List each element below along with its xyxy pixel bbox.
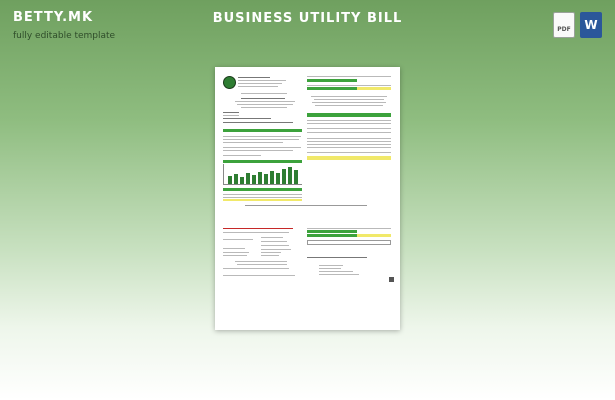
tear-off-line [245, 205, 367, 206]
usage-chart [223, 164, 302, 185]
details-header-bar [307, 113, 391, 117]
stub-line [223, 232, 289, 233]
notice-line [312, 102, 386, 103]
stub-address-line [319, 271, 353, 272]
usage-bar [252, 175, 256, 184]
usage-table-header [223, 188, 302, 191]
stub-line [237, 264, 287, 265]
details-row [307, 147, 391, 148]
usage-bar [264, 174, 268, 184]
company-header-line [238, 83, 282, 84]
usage-table-row [223, 197, 302, 198]
details-row [307, 123, 391, 124]
usage-table-row [223, 194, 302, 195]
stub-line [223, 255, 247, 256]
details-row [307, 138, 391, 139]
stub-line [235, 261, 287, 262]
message-line [223, 155, 261, 156]
notice-line [311, 96, 387, 97]
summary-highlight-row [307, 79, 357, 82]
message-line [223, 150, 293, 151]
usage-table-footer [223, 199, 302, 201]
message-line [223, 147, 301, 148]
notice-line [315, 105, 383, 106]
stub-line [223, 252, 249, 253]
details-row [307, 120, 391, 121]
usage-bar [228, 176, 232, 184]
stub-address-line [319, 268, 341, 269]
stub-line [223, 248, 245, 249]
stub-summary-row [307, 228, 391, 229]
usage-bar [276, 173, 280, 184]
page-title: BUSINESS UTILITY BILL [212, 11, 403, 26]
brand-tagline: fully editable template [13, 31, 116, 41]
stub-line [261, 245, 289, 246]
stub-line [261, 252, 281, 253]
stub-amount-box [307, 240, 391, 245]
summary-row [307, 85, 391, 86]
company-header-line [241, 93, 287, 94]
stub-line [261, 255, 279, 256]
stub-line [223, 275, 295, 276]
usage-chart-header [223, 160, 302, 163]
details-row [307, 141, 391, 142]
stub-address-line [319, 274, 359, 275]
message-line [223, 142, 283, 143]
contact-line [237, 104, 293, 105]
address-line [223, 115, 239, 116]
usage-bar [282, 169, 286, 184]
pdf-file-icon-label: PDF [557, 26, 571, 33]
message-line [223, 139, 299, 140]
total-highlight [307, 156, 391, 160]
stub-title [223, 228, 293, 229]
details-row [307, 152, 391, 153]
usage-bar [246, 173, 250, 184]
address-line [223, 118, 271, 119]
usage-bar [234, 174, 238, 184]
stub-address-line [307, 257, 367, 258]
company-header-line [238, 77, 270, 78]
format-icons: PDF W [553, 12, 602, 38]
company-header-line [238, 86, 278, 87]
usage-bar [270, 171, 274, 184]
qr-code-icon [389, 277, 394, 282]
usage-bar [294, 170, 298, 184]
company-header-line [238, 80, 286, 81]
stub-line [261, 249, 291, 250]
stub-address-line [319, 265, 343, 266]
usage-bar [288, 167, 292, 184]
summary-highlight-row [307, 87, 357, 90]
contact-line [241, 107, 287, 108]
stub-line [223, 239, 253, 240]
stub-amount-highlight [357, 234, 391, 237]
word-file-icon-label: W [584, 18, 598, 32]
contact-line [235, 101, 295, 102]
word-file-icon[interactable]: W [580, 12, 602, 38]
message-line [223, 136, 301, 137]
stub-summary-highlight [307, 230, 357, 233]
company-logo-icon [223, 76, 236, 89]
contact-line [241, 98, 285, 99]
details-row [307, 132, 391, 133]
usage-bar [240, 177, 244, 184]
pdf-file-icon[interactable]: PDF [553, 12, 575, 38]
bill-preview [215, 67, 400, 330]
address-line [223, 112, 239, 113]
message-header-bar [223, 129, 302, 132]
amount-due-highlight [357, 87, 391, 90]
summary-row [307, 76, 391, 77]
usage-bar [258, 172, 262, 184]
notice-line [314, 99, 384, 100]
address-line [223, 122, 293, 123]
details-row [307, 128, 391, 129]
stub-summary-highlight [307, 234, 357, 237]
stub-line [261, 237, 283, 238]
stub-line [223, 268, 289, 269]
details-row [307, 144, 391, 145]
stub-line [261, 241, 287, 242]
